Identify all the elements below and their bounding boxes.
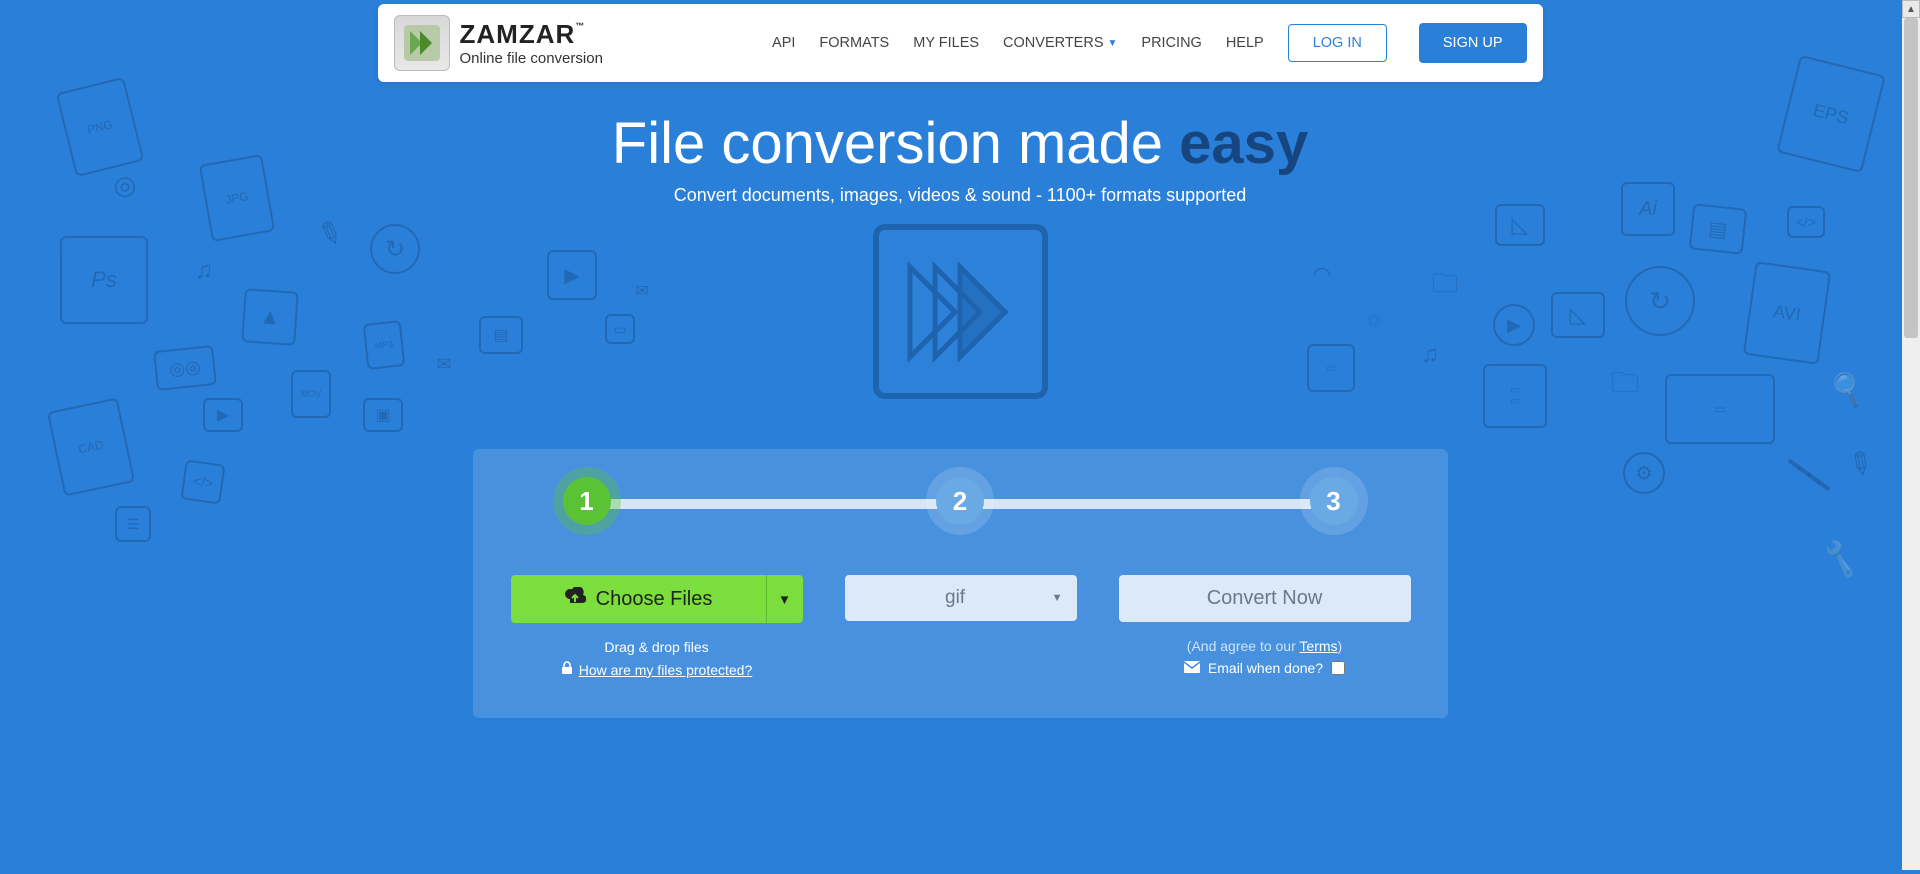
nav-pricing[interactable]: PRICING bbox=[1141, 35, 1201, 51]
chevron-down-icon: ▼ bbox=[778, 592, 791, 607]
sketch-mail-icon: ✉ bbox=[431, 354, 457, 374]
email-checkbox[interactable] bbox=[1331, 661, 1345, 675]
sketch-landscape-icon: ◺ bbox=[1551, 292, 1605, 338]
sketch-clipboard2-icon: ▭ bbox=[1307, 344, 1355, 392]
chevron-down-icon: ▼ bbox=[1052, 592, 1063, 604]
nav-my-files[interactable]: MY FILES bbox=[913, 35, 979, 51]
scrollbar-thumb[interactable] bbox=[1904, 18, 1918, 338]
sketch-ps-icon: Ps bbox=[60, 236, 148, 324]
choose-files-dropdown[interactable]: ▼ bbox=[767, 575, 803, 623]
nav-links: API FORMATS MY FILES CONVERTERS▼ PRICING… bbox=[772, 23, 1526, 63]
sketch-wrench-icon: 🔧 bbox=[1819, 531, 1860, 587]
terms-link[interactable]: Terms bbox=[1299, 638, 1337, 654]
sketch-video-icon: ▶ bbox=[203, 398, 243, 432]
sketch-code2-icon: </> bbox=[1787, 206, 1825, 238]
files-protected-link[interactable]: How are my files protected? bbox=[561, 661, 753, 678]
brand-name: ZAMZAR™ bbox=[460, 21, 603, 47]
signup-button[interactable]: SIGN UP bbox=[1419, 23, 1527, 63]
sketch-image-icon: ▣ bbox=[363, 398, 403, 432]
sketch-jpg-icon: JPG bbox=[199, 154, 276, 242]
format-selected-value: gif bbox=[859, 587, 1052, 609]
brand-tagline: Online file conversion bbox=[460, 51, 603, 66]
sketch-acrobat-icon: ◎ bbox=[110, 170, 140, 200]
sketch-headphones-icon: ◠ bbox=[1307, 260, 1337, 290]
choose-files-button[interactable]: Choose Files bbox=[511, 575, 767, 623]
nav-help[interactable]: HELP bbox=[1226, 35, 1264, 51]
sketch-doc-icon: ▭ bbox=[605, 314, 635, 344]
format-select[interactable]: gif ▼ bbox=[845, 575, 1077, 621]
sketch-laptop-icon: ▭ bbox=[1665, 374, 1775, 444]
sketch-ai-icon: Ai bbox=[1621, 182, 1675, 236]
nav-formats[interactable]: FORMATS bbox=[819, 35, 889, 51]
nav-api[interactable]: API bbox=[772, 35, 795, 51]
hero-subtitle: Convert documents, images, videos & soun… bbox=[185, 185, 1735, 206]
step-2: 2 bbox=[936, 477, 984, 525]
cloud-upload-icon bbox=[564, 587, 586, 611]
sketch-eps-icon: EPS bbox=[1776, 55, 1886, 173]
sketch-refresh-icon: ↻ bbox=[370, 224, 420, 274]
step-1: 1 bbox=[563, 477, 611, 525]
convert-now-button[interactable]: Convert Now bbox=[1119, 575, 1411, 622]
sketch-recycle-icon: ♲ bbox=[1363, 310, 1385, 332]
steps: 1 2 3 bbox=[587, 477, 1334, 525]
login-button[interactable]: LOG IN bbox=[1288, 24, 1387, 62]
hero-play-icon bbox=[873, 224, 1048, 399]
chevron-down-icon: ▼ bbox=[1108, 38, 1118, 49]
converter-panel: 1 2 3 Choose Files ▼ Drag & drop fil bbox=[473, 449, 1448, 718]
lock-icon bbox=[561, 661, 573, 678]
sketch-play-box-icon: ▶ bbox=[547, 250, 597, 300]
sketch-landscape2-icon: ◺ bbox=[1495, 204, 1545, 246]
sketch-play-circle-icon: ▶ bbox=[1493, 304, 1535, 346]
sketch-png-icon: PNG bbox=[56, 77, 145, 177]
step-3: 3 bbox=[1310, 477, 1358, 525]
sketch-music2-icon: ♫ bbox=[1415, 340, 1445, 370]
sketch-clipboard-icon: ▭▭ bbox=[1483, 364, 1547, 428]
sketch-mail2-icon: ✉ bbox=[631, 282, 653, 300]
sketch-ruler-icon: ▬▬▬▬ bbox=[1777, 445, 1843, 499]
hero-title: File conversion made easy bbox=[185, 110, 1735, 177]
navbar: ZAMZAR™ Online file conversion API FORMA… bbox=[378, 4, 1543, 82]
email-when-done[interactable]: Email when done? bbox=[1184, 660, 1345, 676]
sketch-play-up-icon: ▲ bbox=[241, 288, 299, 346]
agree-terms: (And agree to our Terms) bbox=[1187, 638, 1342, 654]
sketch-cad-icon: CAD bbox=[47, 397, 135, 496]
mail-icon bbox=[1184, 660, 1200, 676]
sketch-film2-icon: ▤ bbox=[1689, 203, 1748, 254]
logo-icon bbox=[394, 15, 450, 71]
sketch-cassette-icon: ◎◎ bbox=[153, 345, 217, 391]
scrollbar-up-icon[interactable]: ▲ bbox=[1902, 0, 1920, 18]
sketch-mov-icon: MOV bbox=[291, 370, 331, 418]
sketch-gear-icon: ⚙ bbox=[1623, 452, 1665, 494]
sketch-misc-icon: ☰ bbox=[115, 506, 151, 542]
sketch-music-icon: ♫ bbox=[189, 256, 219, 286]
sketch-avi-icon: AVI bbox=[1743, 261, 1831, 365]
logo[interactable]: ZAMZAR™ Online file conversion bbox=[394, 15, 603, 71]
nav-converters[interactable]: CONVERTERS▼ bbox=[1003, 35, 1117, 51]
sketch-code-icon: </> bbox=[180, 459, 225, 504]
sketch-folder2-icon: 🗀 bbox=[1605, 370, 1645, 402]
sketch-refresh2-icon: ↻ bbox=[1625, 266, 1695, 336]
sketch-mp3-icon: MP3 bbox=[363, 320, 406, 370]
sketch-film-icon: ▤ bbox=[479, 316, 523, 354]
drag-drop-hint: Drag & drop files bbox=[604, 639, 708, 655]
sketch-folder-icon: 🗀 bbox=[1425, 270, 1465, 304]
sketch-search-icon: 🔍 bbox=[1826, 367, 1870, 411]
